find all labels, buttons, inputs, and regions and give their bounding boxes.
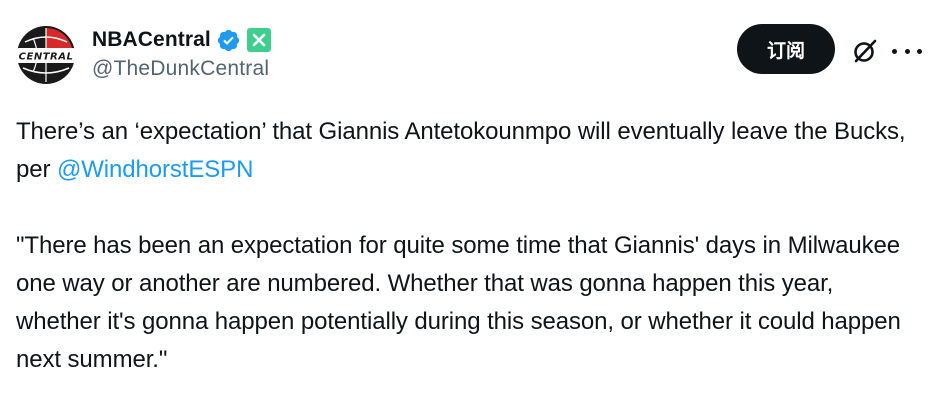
display-name[interactable]: NBACentral [92,28,211,52]
mention-link[interactable]: @WindhorstESPN [57,156,253,183]
tweet-body: There’s an ‘expectation’ that Giannis An… [16,113,921,379]
avatar-logo-text: CENTRAL [19,52,74,63]
subscribe-button[interactable]: 订阅 [737,24,835,74]
more-icon[interactable] [892,37,922,65]
grok-icon[interactable] [851,37,879,65]
more-dot [892,48,897,54]
tweet-paragraph: There’s an ‘expectation’ that Giannis An… [16,113,921,189]
display-name-row: NBACentral [92,26,271,54]
tweet-header: CENTRAL NBACentral @TheDunkCentral 订阅 [15,24,922,88]
more-dot [904,48,910,54]
x-mark-icon [252,33,266,47]
tweet-quote-paragraph: "There has been an expectation for quite… [16,232,901,373]
author-names: NBACentral @TheDunkCentral [92,26,271,81]
affiliate-badge-icon[interactable] [246,28,271,52]
more-dot [917,48,922,54]
avatar[interactable]: CENTRAL [15,24,77,86]
nbacentral-logo-icon: CENTRAL [15,24,77,86]
author-handle[interactable]: @TheDunkCentral [92,57,271,81]
verified-badge-icon[interactable] [216,28,241,53]
